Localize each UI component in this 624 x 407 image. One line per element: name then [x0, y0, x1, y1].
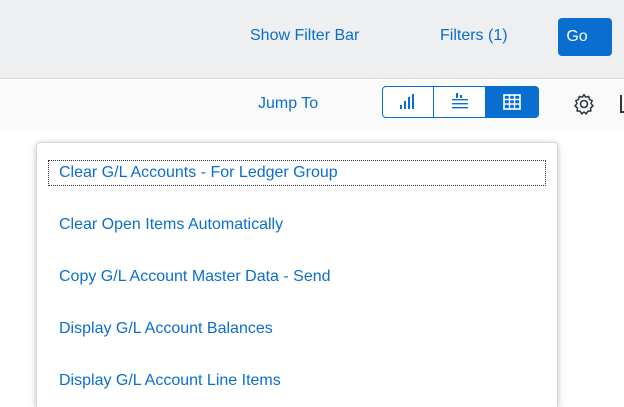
- go-button[interactable]: Go: [558, 18, 612, 56]
- menu-item-clear-open-items[interactable]: Clear Open Items Automatically: [47, 205, 547, 245]
- column-chart-icon: [400, 94, 414, 109]
- chart-and-table-view-button[interactable]: [433, 86, 486, 118]
- filter-bar-header: Show Filter Bar Filters (1) Go: [0, 0, 624, 79]
- jump-to-menu: Clear G/L Accounts - For Ledger Group Cl…: [36, 142, 558, 407]
- filters-button[interactable]: Filters (1): [440, 26, 508, 46]
- table-toolbar: Jump To: [0, 80, 624, 130]
- menu-item-display-gl-line-items[interactable]: Display G/L Account Line Items: [47, 361, 547, 401]
- export-icon[interactable]: [615, 92, 624, 116]
- go-button-label: Go: [566, 28, 588, 45]
- view-switch: [382, 86, 539, 118]
- menu-item-clear-gl-accounts-ledger-group[interactable]: Clear G/L Accounts - For Ledger Group: [41, 153, 553, 193]
- gear-icon[interactable]: [572, 92, 596, 116]
- table-view-button[interactable]: [485, 86, 539, 118]
- show-filter-bar-button[interactable]: Show Filter Bar: [250, 26, 359, 46]
- table-view-icon: [503, 94, 521, 110]
- menu-item-copy-gl-master-data[interactable]: Copy G/L Account Master Data - Send: [47, 257, 547, 297]
- chart-table-icon: [451, 93, 468, 109]
- chart-view-button[interactable]: [382, 86, 434, 118]
- jump-to-button[interactable]: Jump To: [258, 94, 318, 114]
- menu-item-display-gl-balances[interactable]: Display G/L Account Balances: [47, 309, 547, 349]
